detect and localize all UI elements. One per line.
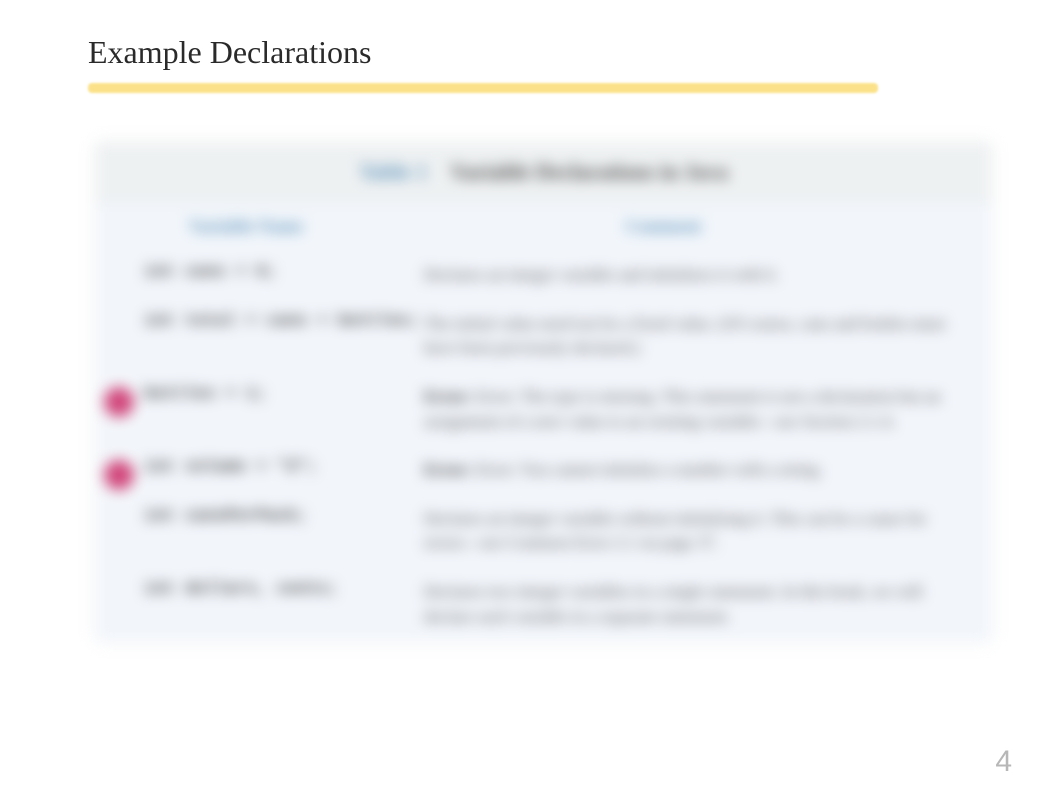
comment-cell: The initial value need not be a fixed va… bbox=[424, 312, 969, 361]
col-header-comment: Comment bbox=[396, 216, 991, 237]
error-icon bbox=[104, 460, 134, 490]
comment-cell: Declares an integer variable without ini… bbox=[424, 507, 969, 556]
table-row: int cans = 6; Declares an integer variab… bbox=[96, 251, 991, 300]
code-cell: int cansPerPack; bbox=[144, 507, 424, 556]
comment-cell: Declares an integer variable and initial… bbox=[424, 263, 969, 288]
table-caption: Table 1 Variable Declarations in Java bbox=[96, 143, 991, 202]
col-header-name: Variable Name bbox=[96, 216, 396, 237]
table-row: int volume = "2"; Error: Error: You cann… bbox=[96, 446, 991, 495]
code-cell: int total = cans + bottles; bbox=[144, 312, 424, 361]
table-row: int cansPerPack; Declares an integer var… bbox=[96, 495, 991, 568]
comment-cell: Error: Error: The type is missing. This … bbox=[424, 385, 969, 434]
code-cell: int cans = 6; bbox=[144, 263, 424, 288]
title-underline bbox=[88, 83, 878, 93]
table-header: Variable Name Comment bbox=[96, 202, 991, 251]
table-row: int dollars, cents; Declares two integer… bbox=[96, 568, 991, 641]
declarations-table: Table 1 Variable Declarations in Java Va… bbox=[96, 143, 991, 641]
table-label: Table 1 bbox=[359, 159, 427, 184]
page-number: 4 bbox=[995, 745, 1012, 779]
code-cell: bottles = 1; bbox=[144, 385, 424, 434]
comment-cell: Error: Error: You cannot initialize a nu… bbox=[424, 458, 969, 483]
code-cell: int dollars, cents; bbox=[144, 580, 424, 629]
error-icon bbox=[104, 387, 134, 417]
code-cell: int volume = "2"; bbox=[144, 458, 424, 483]
page-title: Example Declarations bbox=[88, 34, 974, 71]
comment-cell: Declares two integer variables in a sing… bbox=[424, 580, 969, 629]
table-title: Variable Declarations in Java bbox=[451, 159, 728, 184]
table-row: bottles = 1; Error: Error: The type is m… bbox=[96, 373, 991, 446]
table-row: int total = cans + bottles; The initial … bbox=[96, 300, 991, 373]
